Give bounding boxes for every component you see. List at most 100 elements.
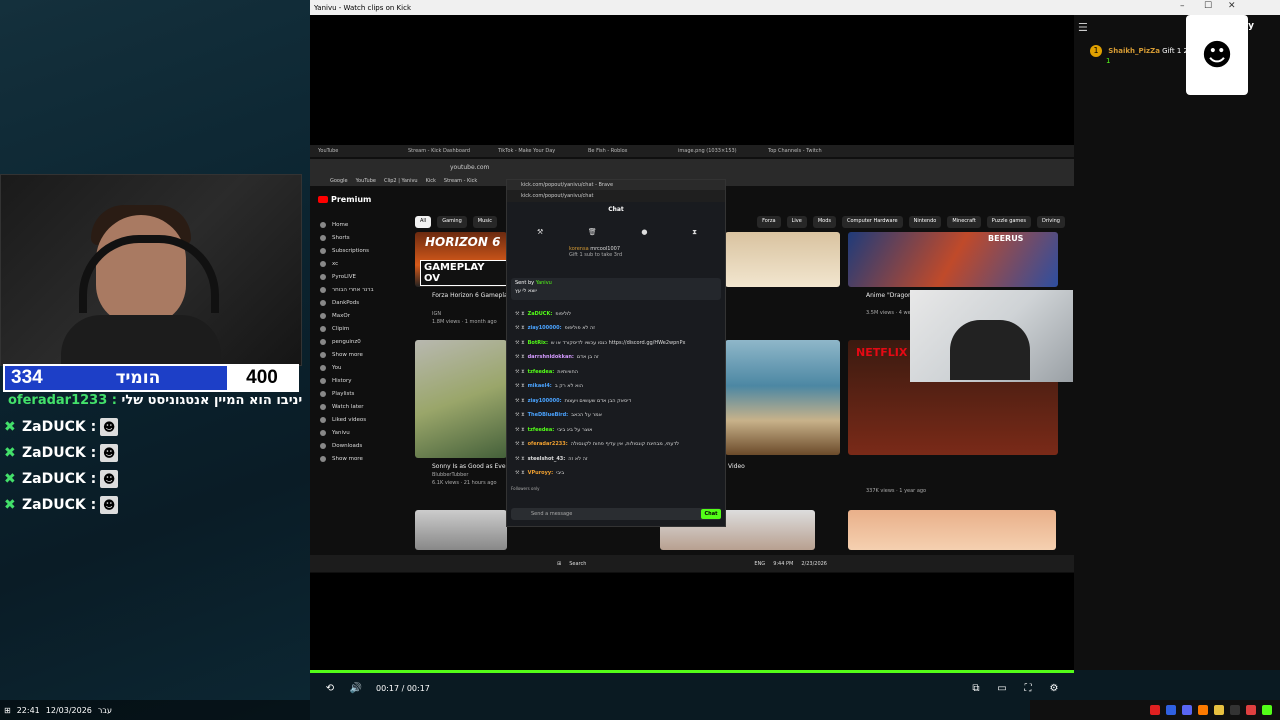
sidebar-item[interactable]: Liked videos <box>310 413 410 426</box>
windows-icon[interactable]: ⊞ <box>4 706 11 715</box>
chip[interactable]: Live <box>786 216 807 228</box>
chat-message-user[interactable]: oferadar2233: <box>528 441 568 447</box>
close-icon[interactable]: ✕ <box>1228 1 1236 11</box>
app-icon[interactable] <box>1230 705 1240 715</box>
chat-message-user[interactable]: VPuroyy: <box>528 470 554 476</box>
windows-start-icon[interactable]: ⊞ <box>557 561 561 567</box>
sidebar-item[interactable]: xc <box>310 257 410 270</box>
video-thumbnail[interactable]: HORIZON 6 GAMEPLAY OV <box>415 232 507 287</box>
mod-action-icon[interactable]: ⚒ ⧗ <box>515 325 525 331</box>
sidebar-item[interactable]: Downloads <box>310 439 410 452</box>
firefox-icon[interactable] <box>1198 705 1208 715</box>
chip[interactable]: Mods <box>812 216 836 228</box>
mod-action-icon[interactable]: ⚒ ⧗ <box>515 369 525 375</box>
sidebar-item[interactable]: History <box>310 374 410 387</box>
chip[interactable]: Driving <box>1037 216 1065 228</box>
chat-message-user[interactable]: darrshnidokkan: <box>528 354 574 360</box>
chat-message-user[interactable]: ziay100000: <box>528 398 562 404</box>
discord-icon[interactable] <box>1182 705 1192 715</box>
bookmark[interactable]: Google <box>330 178 348 184</box>
chat-bubble-icon[interactable]: ● <box>641 228 647 237</box>
video-title[interactable]: Sonny Is as Good as Ever <box>432 463 508 470</box>
bookmark[interactable]: YouTube <box>356 178 376 184</box>
mod-action-icon[interactable]: ⚒ ⧗ <box>515 427 525 433</box>
sidebar-item[interactable]: Shorts <box>310 231 410 244</box>
taskbar-search[interactable]: Search <box>569 561 586 567</box>
app-icon[interactable] <box>1246 705 1256 715</box>
pip-icon[interactable]: ⧉ <box>970 682 982 694</box>
minimize-icon[interactable]: – <box>1180 1 1185 11</box>
sidebar-item[interactable]: Show more <box>310 348 410 361</box>
video-thumbnail[interactable] <box>415 510 507 550</box>
chip[interactable]: Minecraft <box>947 216 981 228</box>
mod-action-icon[interactable]: ⚒ ⧗ <box>515 441 525 447</box>
sidebar-item[interactable]: DankPods <box>310 296 410 309</box>
bookmark[interactable]: Clip2 | Yanivu <box>384 178 418 184</box>
gift-user[interactable]: Shaikh_PizZa <box>1108 47 1160 55</box>
sidebar-item[interactable]: Show more <box>310 452 410 465</box>
video-channel[interactable]: BlubberTubber <box>432 472 468 478</box>
video-thumbnail[interactable] <box>848 510 1056 550</box>
video-thumbnail[interactable] <box>725 232 840 287</box>
youtube-app-icon[interactable] <box>1150 705 1160 715</box>
sidebar-item[interactable]: Clipim <box>310 322 410 335</box>
chip[interactable]: Computer Hardware <box>842 216 903 228</box>
app-icon[interactable] <box>1166 705 1176 715</box>
folder-icon[interactable] <box>1214 705 1224 715</box>
chip[interactable]: Puzzle games <box>986 216 1031 228</box>
replay-icon[interactable]: ⟲ <box>324 682 336 694</box>
browser-tab[interactable]: image.png (1033×153) <box>670 145 760 157</box>
chat-message-user[interactable]: BotRix: <box>528 340 548 346</box>
trash-icon[interactable]: 🗑 <box>588 228 597 237</box>
browser-tab[interactable]: Stream - Kick Dashboard <box>400 145 490 157</box>
sidebar-item[interactable]: Watch later <box>310 400 410 413</box>
sidebar-item[interactable]: PyroLIVE <box>310 270 410 283</box>
video-thumbnail[interactable] <box>725 340 840 455</box>
video-thumbnail[interactable]: BEERUS <box>848 232 1058 287</box>
video-title[interactable]: Anime "Dragon <box>866 292 912 299</box>
chip[interactable]: Music <box>472 216 497 228</box>
fullscreen-icon[interactable]: ⛶ <box>1022 682 1034 694</box>
sidebar-item[interactable]: ברנר אחרי הבוחר <box>310 283 410 296</box>
progress-track[interactable] <box>310 670 1074 673</box>
settings-icon[interactable]: ⚙ <box>1048 682 1060 694</box>
sidebar-item[interactable]: Yanivu <box>310 426 410 439</box>
theater-icon[interactable]: ▭ <box>996 682 1008 694</box>
maximize-icon[interactable]: ☐ <box>1204 1 1212 11</box>
mod-action-icon[interactable]: ⚒ ⧗ <box>515 311 525 317</box>
mod-action-icon[interactable]: ⚒ ⧗ <box>515 470 525 476</box>
timer-icon[interactable]: ⧗ <box>692 228 697 237</box>
chat-message-user[interactable]: TheDBlueBird: <box>528 412 569 418</box>
popout-url[interactable]: kick.com/popout/yanivu/chat <box>507 190 725 202</box>
sidebar-item[interactable]: penguinz0 <box>310 335 410 348</box>
mod-action-icon[interactable]: ⚒ ⧗ <box>515 354 525 360</box>
send-chat-button[interactable]: Chat <box>701 509 721 519</box>
video-channel[interactable]: IGN <box>432 311 441 317</box>
chat-message-user[interactable]: ziay100000: <box>528 325 562 331</box>
mod-action-icon[interactable]: ⚒ ⧗ <box>515 412 525 418</box>
sidebar-item[interactable]: You <box>310 361 410 374</box>
bookmark[interactable]: Kick <box>426 178 436 184</box>
browser-tab[interactable]: YouTube <box>310 145 400 157</box>
browser-tab[interactable]: Be Fish - Roblox <box>580 145 670 157</box>
mod-tools-icon[interactable]: ⚒ <box>537 228 543 237</box>
video-title[interactable]: Video <box>728 463 745 470</box>
message-input[interactable]: Send a message <box>511 508 721 520</box>
address-bar[interactable]: youtube.com <box>310 159 1074 175</box>
chat-message-user[interactable]: tzfeedea: <box>528 369 555 375</box>
bookmark[interactable]: Stream - Kick <box>444 178 477 184</box>
mod-action-icon[interactable]: ⚒ ⧗ <box>515 456 525 462</box>
kick-app-icon[interactable] <box>1262 705 1272 715</box>
chat-message-user[interactable]: mikael4: <box>528 383 552 389</box>
sidebar-item[interactable]: Subscriptions <box>310 244 410 257</box>
mod-action-icon[interactable]: ⚒ ⧗ <box>515 340 525 346</box>
chat-message-user[interactable]: steelshot_43: <box>528 456 566 462</box>
browser-tab[interactable]: TikTok - Make Your Day <box>490 145 580 157</box>
video-thumbnail[interactable] <box>415 340 507 458</box>
browser-tab[interactable]: Top Channels - Twitch <box>760 145 850 157</box>
chip[interactable]: Forza <box>757 216 781 228</box>
mod-action-icon[interactable]: ⚒ ⧗ <box>515 398 525 404</box>
sidebar-item[interactable]: Home <box>310 218 410 231</box>
volume-icon[interactable]: 🔊 <box>350 682 362 694</box>
chip[interactable]: Nintendo <box>908 216 942 228</box>
